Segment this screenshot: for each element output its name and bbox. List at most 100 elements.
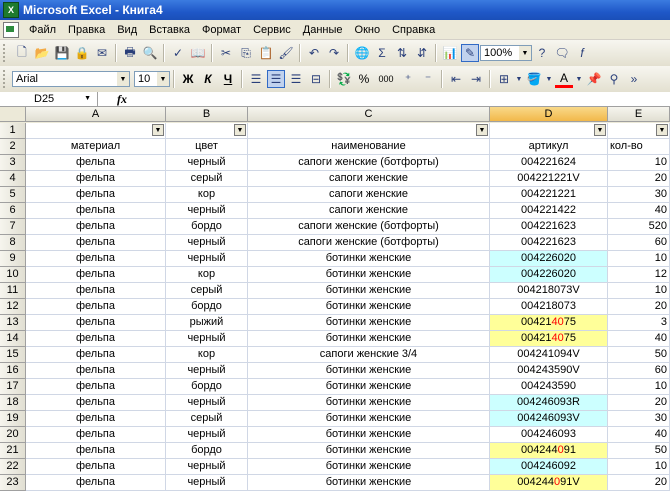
sort-ascending-icon[interactable]: ⇅ bbox=[393, 44, 411, 62]
cell-material[interactable]: фельпа bbox=[26, 251, 166, 267]
cell-material[interactable]: фельпа bbox=[26, 427, 166, 443]
chevron-down-icon[interactable]: ▼ bbox=[515, 70, 523, 88]
cell-article[interactable]: 004244091V bbox=[490, 475, 608, 491]
chevron-down-icon[interactable]: ▼ bbox=[575, 70, 583, 88]
column-header-d[interactable]: D bbox=[490, 107, 608, 122]
cell-name[interactable]: ботинки женские bbox=[248, 427, 490, 443]
cell-quantity[interactable]: 50 bbox=[608, 443, 670, 459]
print-icon[interactable]: 🖶 bbox=[121, 44, 139, 62]
cell-color[interactable]: черный bbox=[166, 331, 248, 347]
cell-material[interactable]: фельпа bbox=[26, 171, 166, 187]
cell-article[interactable]: 004243590V bbox=[490, 363, 608, 379]
cell-article[interactable]: 004226020 bbox=[490, 251, 608, 267]
cell-material[interactable]: фельпа bbox=[26, 475, 166, 491]
increase-indent-icon[interactable]: ⇥ bbox=[467, 70, 485, 88]
row-header[interactable]: 5 bbox=[0, 187, 26, 203]
decrease-decimal-icon[interactable]: ⁻ bbox=[419, 70, 437, 88]
chevron-down-icon[interactable]: ▼ bbox=[519, 46, 531, 60]
filter-cell-a[interactable]: ▼ bbox=[26, 123, 166, 139]
cell-article[interactable]: 004241094V bbox=[490, 347, 608, 363]
menu-data[interactable]: Данные bbox=[297, 24, 349, 36]
help-topic-icon[interactable]: 🗨 bbox=[553, 44, 571, 62]
cell-article[interactable]: 004243590 bbox=[490, 379, 608, 395]
autofilter-dropdown-icon[interactable]: ▼ bbox=[656, 124, 668, 136]
cell-name[interactable]: ботинки женские bbox=[248, 411, 490, 427]
function-icon[interactable]: fx bbox=[98, 92, 146, 107]
cell-color[interactable]: кор bbox=[166, 267, 248, 283]
cell-color[interactable]: рыжий bbox=[166, 315, 248, 331]
cell-material[interactable]: фельпа bbox=[26, 395, 166, 411]
chevron-down-icon[interactable]: ▼ bbox=[157, 72, 169, 86]
font-color-icon[interactable]: A bbox=[555, 71, 573, 88]
cell-material[interactable]: фельпа bbox=[26, 187, 166, 203]
row-header[interactable]: 21 bbox=[0, 443, 26, 459]
cell-name[interactable]: ботинки женские bbox=[248, 267, 490, 283]
cell-material[interactable]: фельпа bbox=[26, 315, 166, 331]
header-cell-article[interactable]: артикул bbox=[490, 139, 608, 155]
column-header-a[interactable]: A bbox=[26, 107, 166, 122]
menu-insert[interactable]: Вставка bbox=[143, 24, 196, 36]
cell-quantity[interactable]: 3 bbox=[608, 315, 670, 331]
menu-edit[interactable]: Правка bbox=[62, 24, 111, 36]
header-cell-material[interactable]: материал bbox=[26, 139, 166, 155]
row-header[interactable]: 14 bbox=[0, 331, 26, 347]
spreadsheet-grid[interactable]: A B C D E 1 ▼ ▼ ▼ ▼ ▼ 2 материал цвет на… bbox=[0, 107, 670, 492]
drawing-icon[interactable]: ✎ bbox=[461, 44, 479, 62]
cell-color[interactable]: черный bbox=[166, 235, 248, 251]
hyperlink-icon[interactable]: 🌐 bbox=[353, 44, 371, 62]
row-header[interactable]: 2 bbox=[0, 139, 26, 155]
cell-material[interactable]: фельпа bbox=[26, 443, 166, 459]
cell-article[interactable]: 004226020 bbox=[490, 267, 608, 283]
align-left-icon[interactable]: ☰ bbox=[247, 70, 265, 88]
cell-quantity[interactable]: 60 bbox=[608, 363, 670, 379]
row-header[interactable]: 13 bbox=[0, 315, 26, 331]
cut-icon[interactable]: ✂ bbox=[217, 44, 235, 62]
cell-article[interactable]: 004214075 bbox=[490, 315, 608, 331]
filter-cell-e[interactable]: ▼ bbox=[608, 123, 670, 139]
cell-color[interactable]: серый bbox=[166, 283, 248, 299]
paste-icon[interactable]: 📋 bbox=[257, 44, 275, 62]
row-header[interactable]: 4 bbox=[0, 171, 26, 187]
cell-quantity[interactable]: 20 bbox=[608, 475, 670, 491]
thousands-button[interactable]: 000 bbox=[375, 70, 397, 88]
spelling-icon[interactable]: ✓ bbox=[169, 44, 187, 62]
cell-color[interactable]: черный bbox=[166, 363, 248, 379]
cell-article[interactable]: 004246093V bbox=[490, 411, 608, 427]
chart-wizard-icon[interactable]: 📊 bbox=[441, 44, 459, 62]
row-header[interactable]: 23 bbox=[0, 475, 26, 491]
cell-name[interactable]: сапоги женские 3/4 bbox=[248, 347, 490, 363]
zoom-combo[interactable]: 100% ▼ bbox=[480, 45, 532, 61]
cell-color[interactable]: черный bbox=[166, 155, 248, 171]
cell-color[interactable]: черный bbox=[166, 475, 248, 491]
row-header[interactable]: 7 bbox=[0, 219, 26, 235]
row-header[interactable]: 16 bbox=[0, 363, 26, 379]
save-icon[interactable]: 💾 bbox=[53, 44, 71, 62]
cell-name[interactable]: сапоги женские (ботфорты) bbox=[248, 235, 490, 251]
row-header[interactable]: 11 bbox=[0, 283, 26, 299]
row-header[interactable]: 17 bbox=[0, 379, 26, 395]
cell-name[interactable]: ботинки женские bbox=[248, 443, 490, 459]
cell-color[interactable]: черный bbox=[166, 427, 248, 443]
menu-format[interactable]: Формат bbox=[196, 24, 247, 36]
cell-quantity[interactable]: 520 bbox=[608, 219, 670, 235]
cell-quantity[interactable]: 10 bbox=[608, 251, 670, 267]
cell-quantity[interactable]: 10 bbox=[608, 379, 670, 395]
row-header[interactable]: 1 bbox=[0, 123, 26, 139]
cell-color[interactable]: серый bbox=[166, 171, 248, 187]
align-center-icon[interactable]: ☰ bbox=[267, 70, 285, 88]
cell-name[interactable]: ботинки женские bbox=[248, 331, 490, 347]
row-header[interactable]: 20 bbox=[0, 427, 26, 443]
cell-quantity[interactable]: 10 bbox=[608, 283, 670, 299]
redo-icon[interactable]: ↷ bbox=[325, 44, 343, 62]
toolbar-grip[interactable] bbox=[3, 44, 8, 62]
autofilter-dropdown-icon[interactable]: ▼ bbox=[594, 124, 606, 136]
italic-button[interactable]: К bbox=[199, 70, 217, 88]
autofilter-dropdown-icon[interactable]: ▼ bbox=[234, 124, 246, 136]
cell-name[interactable]: ботинки женские bbox=[248, 379, 490, 395]
cell-name[interactable]: ботинки женские bbox=[248, 251, 490, 267]
align-right-icon[interactable]: ☰ bbox=[287, 70, 305, 88]
cell-quantity[interactable]: 20 bbox=[608, 395, 670, 411]
cell-quantity[interactable]: 40 bbox=[608, 203, 670, 219]
permission-icon[interactable]: 🔒 bbox=[73, 44, 91, 62]
sort-descending-icon[interactable]: ⇵ bbox=[413, 44, 431, 62]
